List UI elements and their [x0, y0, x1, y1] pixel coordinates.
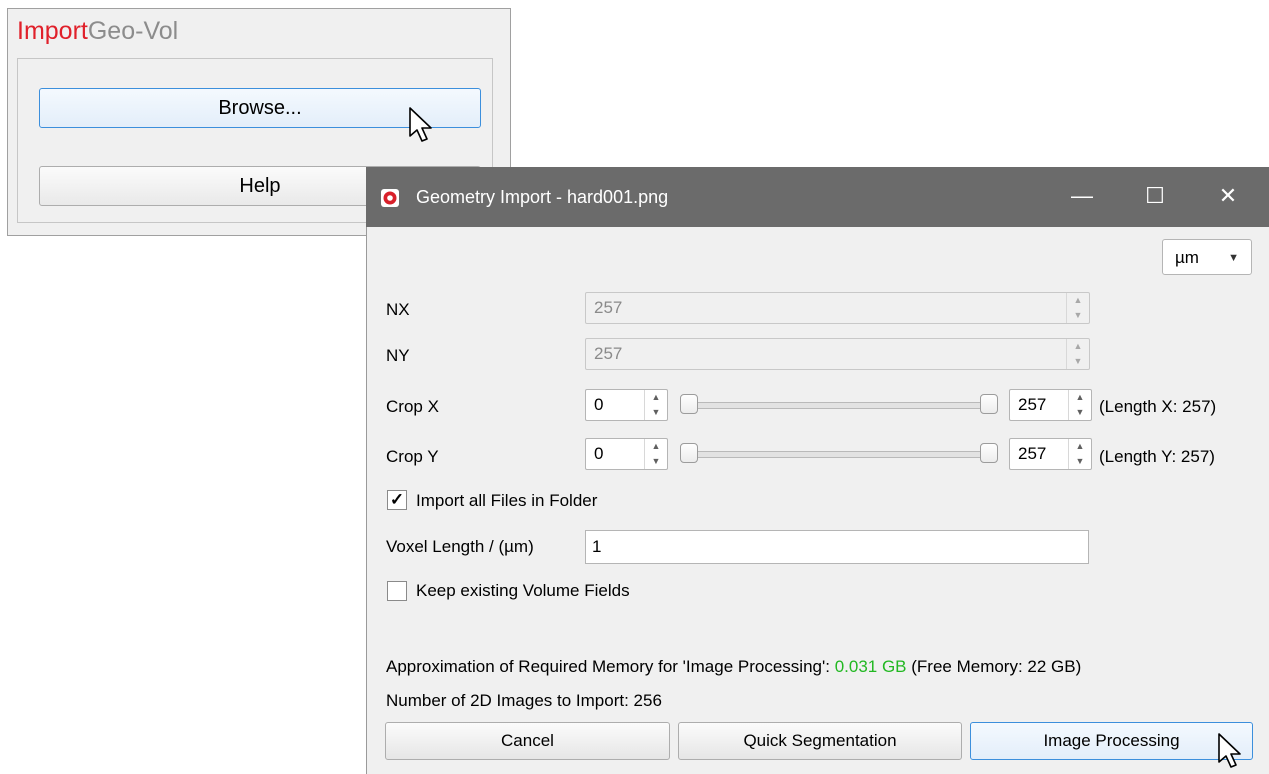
unit-select[interactable]: µm ▼ [1162, 239, 1252, 275]
close-icon[interactable]: ✕ [1198, 167, 1258, 227]
panel-title: ImportGeo-Vol [17, 17, 179, 45]
image-processing-button[interactable]: Image Processing [970, 722, 1253, 760]
chevron-down-icon: ▼ [1228, 252, 1239, 264]
nx-label: NX [386, 300, 410, 319]
spin-up-icon[interactable]: ▲ [645, 439, 667, 454]
spin-up-icon[interactable]: ▲ [1069, 390, 1091, 405]
minimize-icon[interactable]: — [1052, 167, 1112, 227]
crop-y-length: (Length Y: 257) [1099, 447, 1215, 466]
crop-x-max-handle[interactable] [980, 394, 998, 414]
spin-down-icon[interactable]: ▼ [1069, 405, 1091, 420]
app-icon [381, 189, 399, 207]
mouse-cursor-icon [1218, 733, 1241, 768]
spin-up-icon: ▲ [1073, 295, 1083, 305]
keep-fields-label: Keep existing Volume Fields [416, 581, 630, 600]
crop-x-min-spinbox[interactable]: 0 ▲ ▼ [585, 389, 668, 421]
crop-x-length: (Length X: 257) [1099, 397, 1217, 416]
spin-down-icon[interactable]: ▼ [645, 454, 667, 469]
spin-up-icon[interactable]: ▲ [1069, 439, 1091, 454]
ny-label: NY [386, 346, 410, 365]
spin-down-icon[interactable]: ▼ [645, 405, 667, 420]
crop-y-min-spinbox[interactable]: 0 ▲ ▼ [585, 438, 668, 470]
slider-groove [680, 402, 998, 409]
dialog-title: Geometry Import - hard001.png [416, 187, 669, 207]
crop-x-min-handle[interactable] [680, 394, 698, 414]
cancel-button[interactable]: Cancel [385, 722, 670, 760]
keep-fields-checkbox[interactable] [387, 581, 407, 601]
spin-up-icon: ▲ [1073, 341, 1083, 351]
crop-y-max-spinbox[interactable]: 257 ▲ ▼ [1009, 438, 1092, 470]
import-all-checkbox[interactable]: ✓ [387, 490, 407, 510]
slider-groove [680, 451, 998, 458]
mouse-cursor-icon [409, 107, 432, 142]
unit-select-value: µm [1175, 248, 1199, 267]
ny-spinbox: 257 ▲ ▼ [585, 338, 1090, 370]
geometry-import-dialog [366, 167, 1269, 774]
spin-down-icon[interactable]: ▼ [1069, 454, 1091, 469]
spin-down-icon: ▼ [1073, 310, 1083, 320]
crop-x-max-spinbox[interactable]: 257 ▲ ▼ [1009, 389, 1092, 421]
crop-y-max-handle[interactable] [980, 443, 998, 463]
crop-y-range-slider[interactable] [680, 442, 998, 466]
nx-spinbox: 257 ▲ ▼ [585, 292, 1090, 324]
checkmark-icon: ✓ [389, 490, 405, 509]
dialog-titlebar[interactable]: Geometry Import - hard001.png — ☐ ✕ [366, 167, 1269, 227]
voxel-length-input[interactable]: 1 [585, 530, 1089, 564]
memory-value: 0.031 GB [834, 657, 907, 676]
crop-x-label: Crop X [386, 397, 439, 416]
memory-info: Approximation of Required Memory for 'Im… [386, 657, 1082, 676]
maximize-icon[interactable]: ☐ [1125, 167, 1185, 227]
voxel-length-label: Voxel Length / (µm) [386, 537, 534, 556]
images-count: Number of 2D Images to Import: 256 [386, 691, 662, 710]
quick-segmentation-button[interactable]: Quick Segmentation [678, 722, 962, 760]
crop-y-label: Crop Y [386, 447, 439, 466]
import-all-label: Import all Files in Folder [416, 491, 598, 510]
spin-down-icon: ▼ [1073, 356, 1083, 366]
spin-up-icon[interactable]: ▲ [645, 390, 667, 405]
crop-y-min-handle[interactable] [680, 443, 698, 463]
crop-x-range-slider[interactable] [680, 393, 998, 417]
